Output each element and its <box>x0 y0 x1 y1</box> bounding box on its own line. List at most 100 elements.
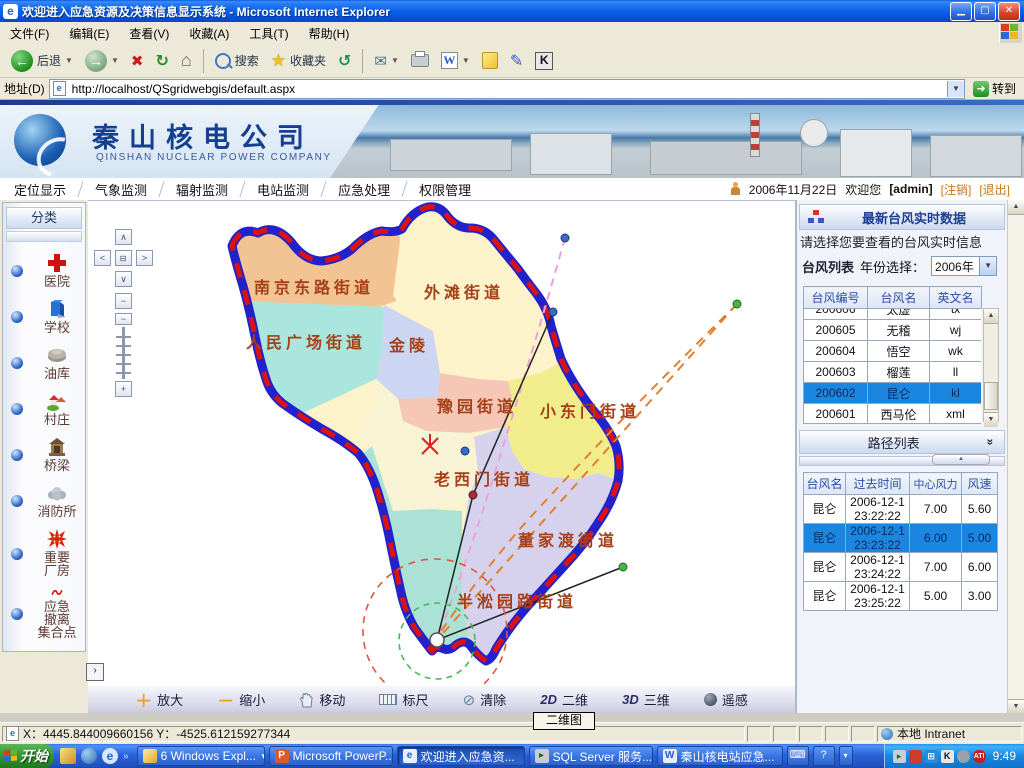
back-button[interactable]: ← 后退 ▼ <box>6 48 78 74</box>
pan-left-button[interactable]: < <box>94 250 111 266</box>
tray-volume-icon[interactable] <box>957 750 970 763</box>
table-row[interactable]: 200601西马伦xml <box>804 404 982 425</box>
start-button[interactable]: 开始 <box>0 744 54 768</box>
ie-quicklaunch-icon[interactable]: e <box>102 748 118 764</box>
typhoon-panel-header[interactable]: 最新台风实时数据 <box>799 204 1005 230</box>
splitter-handle[interactable]: ▲ <box>932 454 990 465</box>
k-plugin-button[interactable]: K <box>530 50 558 72</box>
gis-map[interactable]: 南京东路街道 外滩街道 人民广场街道 金陵 豫园街道 小东门街道 老西门街道 董… <box>88 201 795 685</box>
table-row[interactable]: 200606太虚tx <box>804 309 982 320</box>
zoom-slider-thumb[interactable]: − <box>115 313 132 325</box>
year-select-dropdown-icon[interactable]: ▼ <box>979 257 996 275</box>
tray-ati-icon[interactable]: ATI <box>973 750 986 763</box>
typhoon-table-body[interactable]: 200606太虚tx 200605无稽wj 200604悟空wk 200603榴… <box>803 309 981 424</box>
table-row[interactable]: 200604悟空wk <box>804 341 982 362</box>
sidebar-item-hospital[interactable]: 医院 <box>3 248 85 294</box>
path-list-header[interactable]: 路径列表 » <box>799 430 1005 454</box>
research-button[interactable]: ✎ <box>505 49 528 73</box>
menu-file[interactable]: 文件(F) <box>0 25 59 42</box>
table-row-selected[interactable]: 200602昆仑kl <box>804 383 982 404</box>
stop-button[interactable]: ✖ <box>126 50 149 72</box>
menu-view[interactable]: 查看(V) <box>119 25 179 42</box>
mail-dropdown-icon[interactable]: ▼ <box>391 56 399 65</box>
refresh-button[interactable]: ↻ <box>150 49 173 73</box>
forward-dropdown-icon[interactable]: ▼ <box>111 56 119 65</box>
maximize-button[interactable]: ▢ <box>974 2 996 21</box>
year-select[interactable]: 2006年 ▼ <box>931 256 997 276</box>
sidebar-item-fire-station[interactable]: 消防所 <box>3 478 85 524</box>
exit-link[interactable]: [退出] <box>979 181 1010 198</box>
menu-tools[interactable]: 工具(T) <box>239 25 298 42</box>
nav-locate[interactable]: 定位显示 <box>0 180 80 199</box>
group-dropdown-icon[interactable]: ▼ <box>260 752 265 761</box>
ruler-tool[interactable]: 标尺 <box>379 690 428 709</box>
minimize-button[interactable]: ▁ <box>950 2 972 21</box>
pan-right-button[interactable]: > <box>136 250 153 266</box>
sidebar-item-assembly-point[interactable]: 应急 撤离 集合点 <box>3 583 85 645</box>
close-button[interactable]: ✕ <box>998 2 1020 21</box>
clear-tool[interactable]: ⊘清除 <box>463 690 507 709</box>
ruler-center-button[interactable]: ⊟ <box>115 250 132 266</box>
view-2d-tool[interactable]: 2D二维 <box>540 690 588 709</box>
window-titlebar[interactable]: e 欢迎进入应急资源及决策信息显示系统 - Microsoft Internet… <box>0 0 1024 22</box>
col-header[interactable]: 过去时间 <box>846 473 910 495</box>
edit-word-button[interactable]: W▼ <box>436 50 475 71</box>
nav-permission[interactable]: 权限管理 <box>405 180 485 199</box>
task-sql-server[interactable]: ▸ SQL Server 服务... <box>529 746 653 766</box>
menu-edit[interactable]: 编辑(E) <box>59 25 119 42</box>
remote-sensing-tool[interactable]: 遥感 <box>704 690 748 709</box>
search-button[interactable]: 搜索 <box>210 50 264 71</box>
task-windows-explorer-group[interactable]: 6 Windows Expl... ▼ <box>137 746 265 766</box>
table-row-selected[interactable]: 昆仑2006-12-1 23:23:226.005.00 <box>804 524 998 553</box>
pan-up-button[interactable]: ∧ <box>115 229 132 245</box>
pan-tool[interactable]: 移动 <box>299 690 345 709</box>
nav-weather[interactable]: 气象监测 <box>81 180 161 199</box>
print-button[interactable] <box>406 52 434 69</box>
table-row[interactable]: 昆仑2006-12-1 23:24:227.006.00 <box>804 553 998 582</box>
zoom-out-tool[interactable]: －缩小 <box>217 687 265 712</box>
tray-sql-icon[interactable]: ▸ <box>893 750 906 763</box>
col-header[interactable]: 风速 <box>962 473 998 495</box>
sidebar-item-bridge[interactable]: 桥梁 <box>3 432 85 478</box>
pan-down-button[interactable]: ∨ <box>115 271 132 287</box>
table-row[interactable]: 200605无稽wj <box>804 320 982 341</box>
menu-favorites[interactable]: 收藏(A) <box>179 25 239 42</box>
msn-icon[interactable] <box>81 748 97 764</box>
table-row[interactable]: 昆仑2006-12-1 23:22:227.005.60 <box>804 495 998 524</box>
toolbar-options-chevron[interactable]: ▾ <box>839 746 853 766</box>
col-header[interactable]: 台风名 <box>804 473 846 495</box>
mail-button[interactable]: ✉▼ <box>369 50 404 72</box>
view-3d-tool[interactable]: 3D三维 <box>622 690 670 709</box>
col-header[interactable]: 台风编号 <box>804 287 868 309</box>
table-row[interactable]: 200603榴莲ll <box>804 362 982 383</box>
map-viewport[interactable]: 南京东路街道 外滩街道 人民广场街道 金陵 豫园街道 小东门街道 老西门街道 董… <box>88 200 795 685</box>
zoom-in-slider-button[interactable]: + <box>115 381 132 397</box>
go-button[interactable]: ➜ 转到 <box>969 80 1020 97</box>
task-ie-current[interactable]: e 欢迎进入应急资... <box>397 746 525 766</box>
scroll-up-icon[interactable]: ▲ <box>984 309 998 324</box>
edit-dropdown-icon[interactable]: ▼ <box>462 56 470 65</box>
address-field[interactable]: e ▼ <box>49 79 965 99</box>
table-row[interactable]: 昆仑2006-12-1 23:25:225.003.00 <box>804 582 998 611</box>
task-powerpoint[interactable]: P Microsoft PowerP... <box>269 746 393 766</box>
panel-splitter[interactable]: ▲ <box>799 456 1005 466</box>
col-header[interactable]: 中心风力 <box>910 473 962 495</box>
address-dropdown-icon[interactable]: ▼ <box>947 81 964 97</box>
help-language-button[interactable]: ? <box>813 746 835 766</box>
nav-radiation[interactable]: 辐射监测 <box>162 180 242 199</box>
messenger-button[interactable] <box>477 50 503 71</box>
home-button[interactable]: ⌂ <box>176 48 197 73</box>
sidebar-item-important-plant[interactable]: 重要 厂房 <box>3 524 85 583</box>
sidebar-item-village[interactable]: 村庄 <box>3 386 85 432</box>
tray-kaspersky-icon[interactable]: K <box>941 750 954 763</box>
zoom-in-tool[interactable]: ＋放大 <box>135 687 183 712</box>
quicklaunch-overflow-chevron[interactable]: » <box>123 751 129 762</box>
tray-network-icon[interactable]: ⊞ <box>925 750 938 763</box>
logout-link[interactable]: [注销] <box>941 181 972 198</box>
tray-msn-icon[interactable] <box>909 750 922 763</box>
input-method-button[interactable]: ⌨ <box>787 746 809 766</box>
forward-button[interactable]: → ▼ <box>80 48 124 74</box>
sidebar-item-oil-depot[interactable]: 油库 <box>3 340 85 386</box>
col-header[interactable]: 台风名 <box>868 287 930 309</box>
page-scrollbar[interactable]: ▲ ▼ <box>1007 200 1024 713</box>
